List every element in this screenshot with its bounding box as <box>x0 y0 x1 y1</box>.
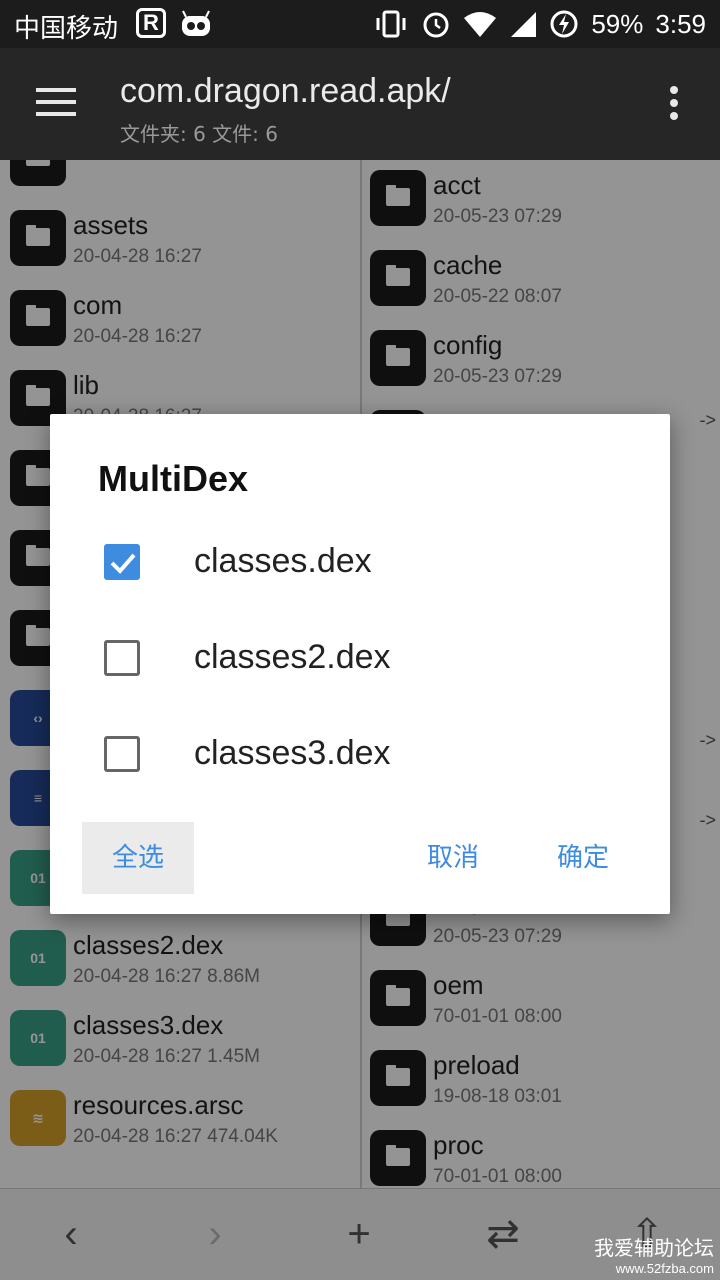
clock: 3:59 <box>655 8 706 39</box>
dex-option-label: classes3.dex <box>194 734 391 772</box>
wifi-icon <box>464 12 497 37</box>
battery-percent: 59% <box>591 8 644 39</box>
android-bot-icon <box>182 10 210 36</box>
status-icons: 59% 3:59 <box>373 6 706 42</box>
app-notification-icon: R <box>136 8 166 38</box>
checkbox-unchecked-icon[interactable] <box>104 736 140 772</box>
multidex-dialog: MultiDex classes.dex classes2.dex classes3… <box>50 414 670 914</box>
watermark: 我爱辅助论坛 www.52fzba.com <box>594 1232 714 1276</box>
watermark-line2: www.52fzba.com <box>615 1261 714 1276</box>
confirm-button[interactable]: 确定 <box>538 822 628 894</box>
signal-icon <box>511 12 537 37</box>
dex-option-label: classes2.dex <box>194 638 391 676</box>
dialog-title: MultiDex <box>98 458 249 499</box>
app-toolbar: com.dragon.read.apk/ 文件夹: 6 文件: 6 <box>0 48 720 160</box>
dex-option-row[interactable]: classes3.dex <box>50 710 670 800</box>
more-options-icon[interactable] <box>670 86 680 122</box>
vibrate-icon <box>376 10 406 38</box>
watermark-line1: 我爱辅助论坛 <box>594 1236 714 1260</box>
dex-option-label: classes.dex <box>194 542 372 580</box>
battery-charging-icon <box>550 10 578 38</box>
folder-file-count: 文件夹: 6 文件: 6 <box>120 122 278 146</box>
path-title: com.dragon.read.apk/ <box>120 72 451 110</box>
hamburger-menu-icon[interactable] <box>36 88 76 118</box>
checkbox-unchecked-icon[interactable] <box>104 640 140 676</box>
status-bar: 中国移动 R 59% 3:59 <box>0 0 720 48</box>
carrier-label: 中国移动 <box>14 14 119 44</box>
checkbox-checked-icon[interactable] <box>104 544 140 580</box>
cancel-button[interactable]: 取消 <box>408 822 498 894</box>
dex-option-row[interactable]: classes.dex <box>50 518 670 608</box>
dex-option-row[interactable]: classes2.dex <box>50 614 670 704</box>
alarm-icon <box>423 12 449 38</box>
select-all-button[interactable]: 全选 <box>82 822 194 894</box>
